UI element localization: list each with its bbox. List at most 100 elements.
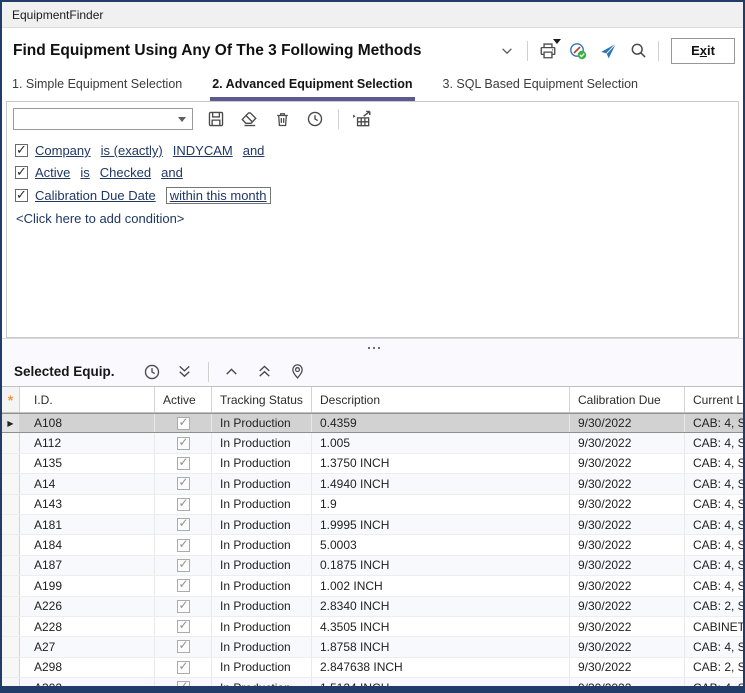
- cell-id[interactable]: A14: [20, 474, 155, 493]
- cell-id[interactable]: A184: [20, 535, 155, 554]
- cell-active[interactable]: [155, 454, 212, 473]
- condition-token[interactable]: Active: [35, 165, 70, 180]
- condition-token[interactable]: INDYCAM: [173, 143, 233, 158]
- cell-tracking-status[interactable]: In Production: [212, 556, 312, 575]
- cell-active[interactable]: [155, 678, 212, 686]
- cell-description[interactable]: 1.3750 INCH: [312, 454, 570, 473]
- row-selector[interactable]: [2, 474, 20, 493]
- add-condition-link[interactable]: <Click here to add condition>: [15, 211, 730, 226]
- active-checkbox[interactable]: [177, 417, 190, 430]
- cell-id[interactable]: A108: [20, 414, 155, 432]
- cell-active[interactable]: [155, 597, 212, 616]
- cell-active[interactable]: [155, 515, 212, 534]
- cell-current-location[interactable]: CAB: 4, SH: [685, 474, 743, 493]
- table-row[interactable]: A112In Production1.0059/30/2022CAB: 4, S…: [2, 433, 743, 453]
- cell-calibration-due[interactable]: 9/30/2022: [570, 474, 685, 493]
- cell-current-location[interactable]: CAB: 4, SH: [685, 637, 743, 656]
- active-checkbox[interactable]: [177, 681, 190, 686]
- condition-token[interactable]: is (exactly): [101, 143, 163, 158]
- table-row[interactable]: A14In Production1.4940 INCH9/30/2022CAB:…: [2, 474, 743, 494]
- active-checkbox[interactable]: [177, 539, 190, 552]
- print-icon[interactable]: [538, 41, 558, 61]
- table-row[interactable]: A228In Production4.3505 INCH9/30/2022CAB…: [2, 617, 743, 637]
- cell-active[interactable]: [155, 433, 212, 452]
- cell-active[interactable]: [155, 617, 212, 636]
- cell-current-location[interactable]: CAB: 4, SH: [685, 576, 743, 595]
- active-checkbox[interactable]: [177, 600, 190, 613]
- cell-id[interactable]: A112: [20, 433, 155, 452]
- row-selector[interactable]: [2, 495, 20, 514]
- cell-current-location[interactable]: CAB: 4, SH: [685, 495, 743, 514]
- cell-description[interactable]: 2.8340 INCH: [312, 597, 570, 616]
- column-header-description[interactable]: Description: [312, 387, 570, 412]
- table-row[interactable]: ▶A108In Production0.43599/30/2022CAB: 4,…: [2, 413, 743, 433]
- condition-checkbox[interactable]: [15, 166, 28, 179]
- send-icon[interactable]: [598, 41, 618, 61]
- save-icon[interactable]: [206, 109, 226, 129]
- cell-calibration-due[interactable]: 9/30/2022: [570, 515, 685, 534]
- cell-description[interactable]: 0.1875 INCH: [312, 556, 570, 575]
- cell-current-location[interactable]: CAB: 2, SH: [685, 658, 743, 677]
- cell-description[interactable]: 4.3505 INCH: [312, 617, 570, 636]
- cell-calibration-due[interactable]: 9/30/2022: [570, 678, 685, 686]
- cell-tracking-status[interactable]: In Production: [212, 515, 312, 534]
- cell-calibration-due[interactable]: 9/30/2022: [570, 576, 685, 595]
- cell-active[interactable]: [155, 414, 212, 432]
- cell-current-location[interactable]: CAB: 4, SH: [685, 556, 743, 575]
- tab-simple-equipment-selection[interactable]: 1. Simple Equipment Selection: [10, 72, 184, 101]
- cell-id[interactable]: A143: [20, 495, 155, 514]
- cell-id[interactable]: A298: [20, 658, 155, 677]
- cell-active[interactable]: [155, 474, 212, 493]
- cell-current-location[interactable]: CABINET: 4: [685, 617, 743, 636]
- print-options-arrow[interactable]: [553, 39, 561, 44]
- cell-id[interactable]: A27: [20, 637, 155, 656]
- row-selector[interactable]: [2, 515, 20, 534]
- cell-current-location[interactable]: CAB: 4, SH: [685, 414, 743, 432]
- row-selector[interactable]: [2, 658, 20, 677]
- active-checkbox[interactable]: [177, 437, 190, 450]
- cell-id[interactable]: A135: [20, 454, 155, 473]
- build-query-icon[interactable]: [352, 109, 372, 129]
- row-selector[interactable]: [2, 556, 20, 575]
- delete-icon[interactable]: [272, 109, 292, 129]
- cell-tracking-status[interactable]: In Production: [212, 414, 312, 432]
- condition-token[interactable]: is: [80, 165, 89, 180]
- tab-sql-based-equipment-selection[interactable]: 3. SQL Based Equipment Selection: [441, 72, 641, 101]
- cell-id[interactable]: A228: [20, 617, 155, 636]
- tab-advanced-equipment-selection[interactable]: 2. Advanced Equipment Selection: [210, 72, 414, 101]
- column-header-tracking-status[interactable]: Tracking Status: [212, 387, 312, 412]
- table-row[interactable]: A143In Production1.99/30/2022CAB: 4, SH: [2, 495, 743, 515]
- active-checkbox[interactable]: [177, 640, 190, 653]
- row-selector[interactable]: [2, 535, 20, 554]
- cell-tracking-status[interactable]: In Production: [212, 678, 312, 686]
- cell-active[interactable]: [155, 495, 212, 514]
- cell-tracking-status[interactable]: In Production: [212, 597, 312, 616]
- table-row[interactable]: A135In Production1.3750 INCH9/30/2022CAB…: [2, 454, 743, 474]
- active-checkbox[interactable]: [177, 477, 190, 490]
- move-all-up-icon[interactable]: [255, 362, 275, 382]
- cell-id[interactable]: A187: [20, 556, 155, 575]
- condition-token[interactable]: Calibration Due Date: [35, 188, 156, 203]
- cell-active[interactable]: [155, 535, 212, 554]
- cell-tracking-status[interactable]: In Production: [212, 617, 312, 636]
- combo-dropdown-icon[interactable]: [178, 117, 186, 122]
- active-checkbox[interactable]: [177, 559, 190, 572]
- cell-current-location[interactable]: CAB: 4, SH: [685, 433, 743, 452]
- cell-tracking-status[interactable]: In Production: [212, 495, 312, 514]
- active-checkbox[interactable]: [177, 457, 190, 470]
- cell-calibration-due[interactable]: 9/30/2022: [570, 637, 685, 656]
- row-selector[interactable]: [2, 454, 20, 473]
- cell-current-location[interactable]: CAB: 4, SH: [685, 535, 743, 554]
- active-checkbox[interactable]: [177, 579, 190, 592]
- cell-tracking-status[interactable]: In Production: [212, 474, 312, 493]
- exit-button[interactable]: Exit: [671, 38, 735, 64]
- cell-description[interactable]: 2.847638 INCH: [312, 658, 570, 677]
- active-checkbox[interactable]: [177, 518, 190, 531]
- cell-calibration-due[interactable]: 9/30/2022: [570, 658, 685, 677]
- cell-calibration-due[interactable]: 9/30/2022: [570, 556, 685, 575]
- cell-tracking-status[interactable]: In Production: [212, 535, 312, 554]
- locate-pin-icon[interactable]: [288, 362, 308, 382]
- cell-calibration-due[interactable]: 9/30/2022: [570, 414, 685, 432]
- table-row[interactable]: A187 In Production0.1875 INCH9/30/2022CAB…: [2, 556, 743, 576]
- history-icon[interactable]: [305, 109, 325, 129]
